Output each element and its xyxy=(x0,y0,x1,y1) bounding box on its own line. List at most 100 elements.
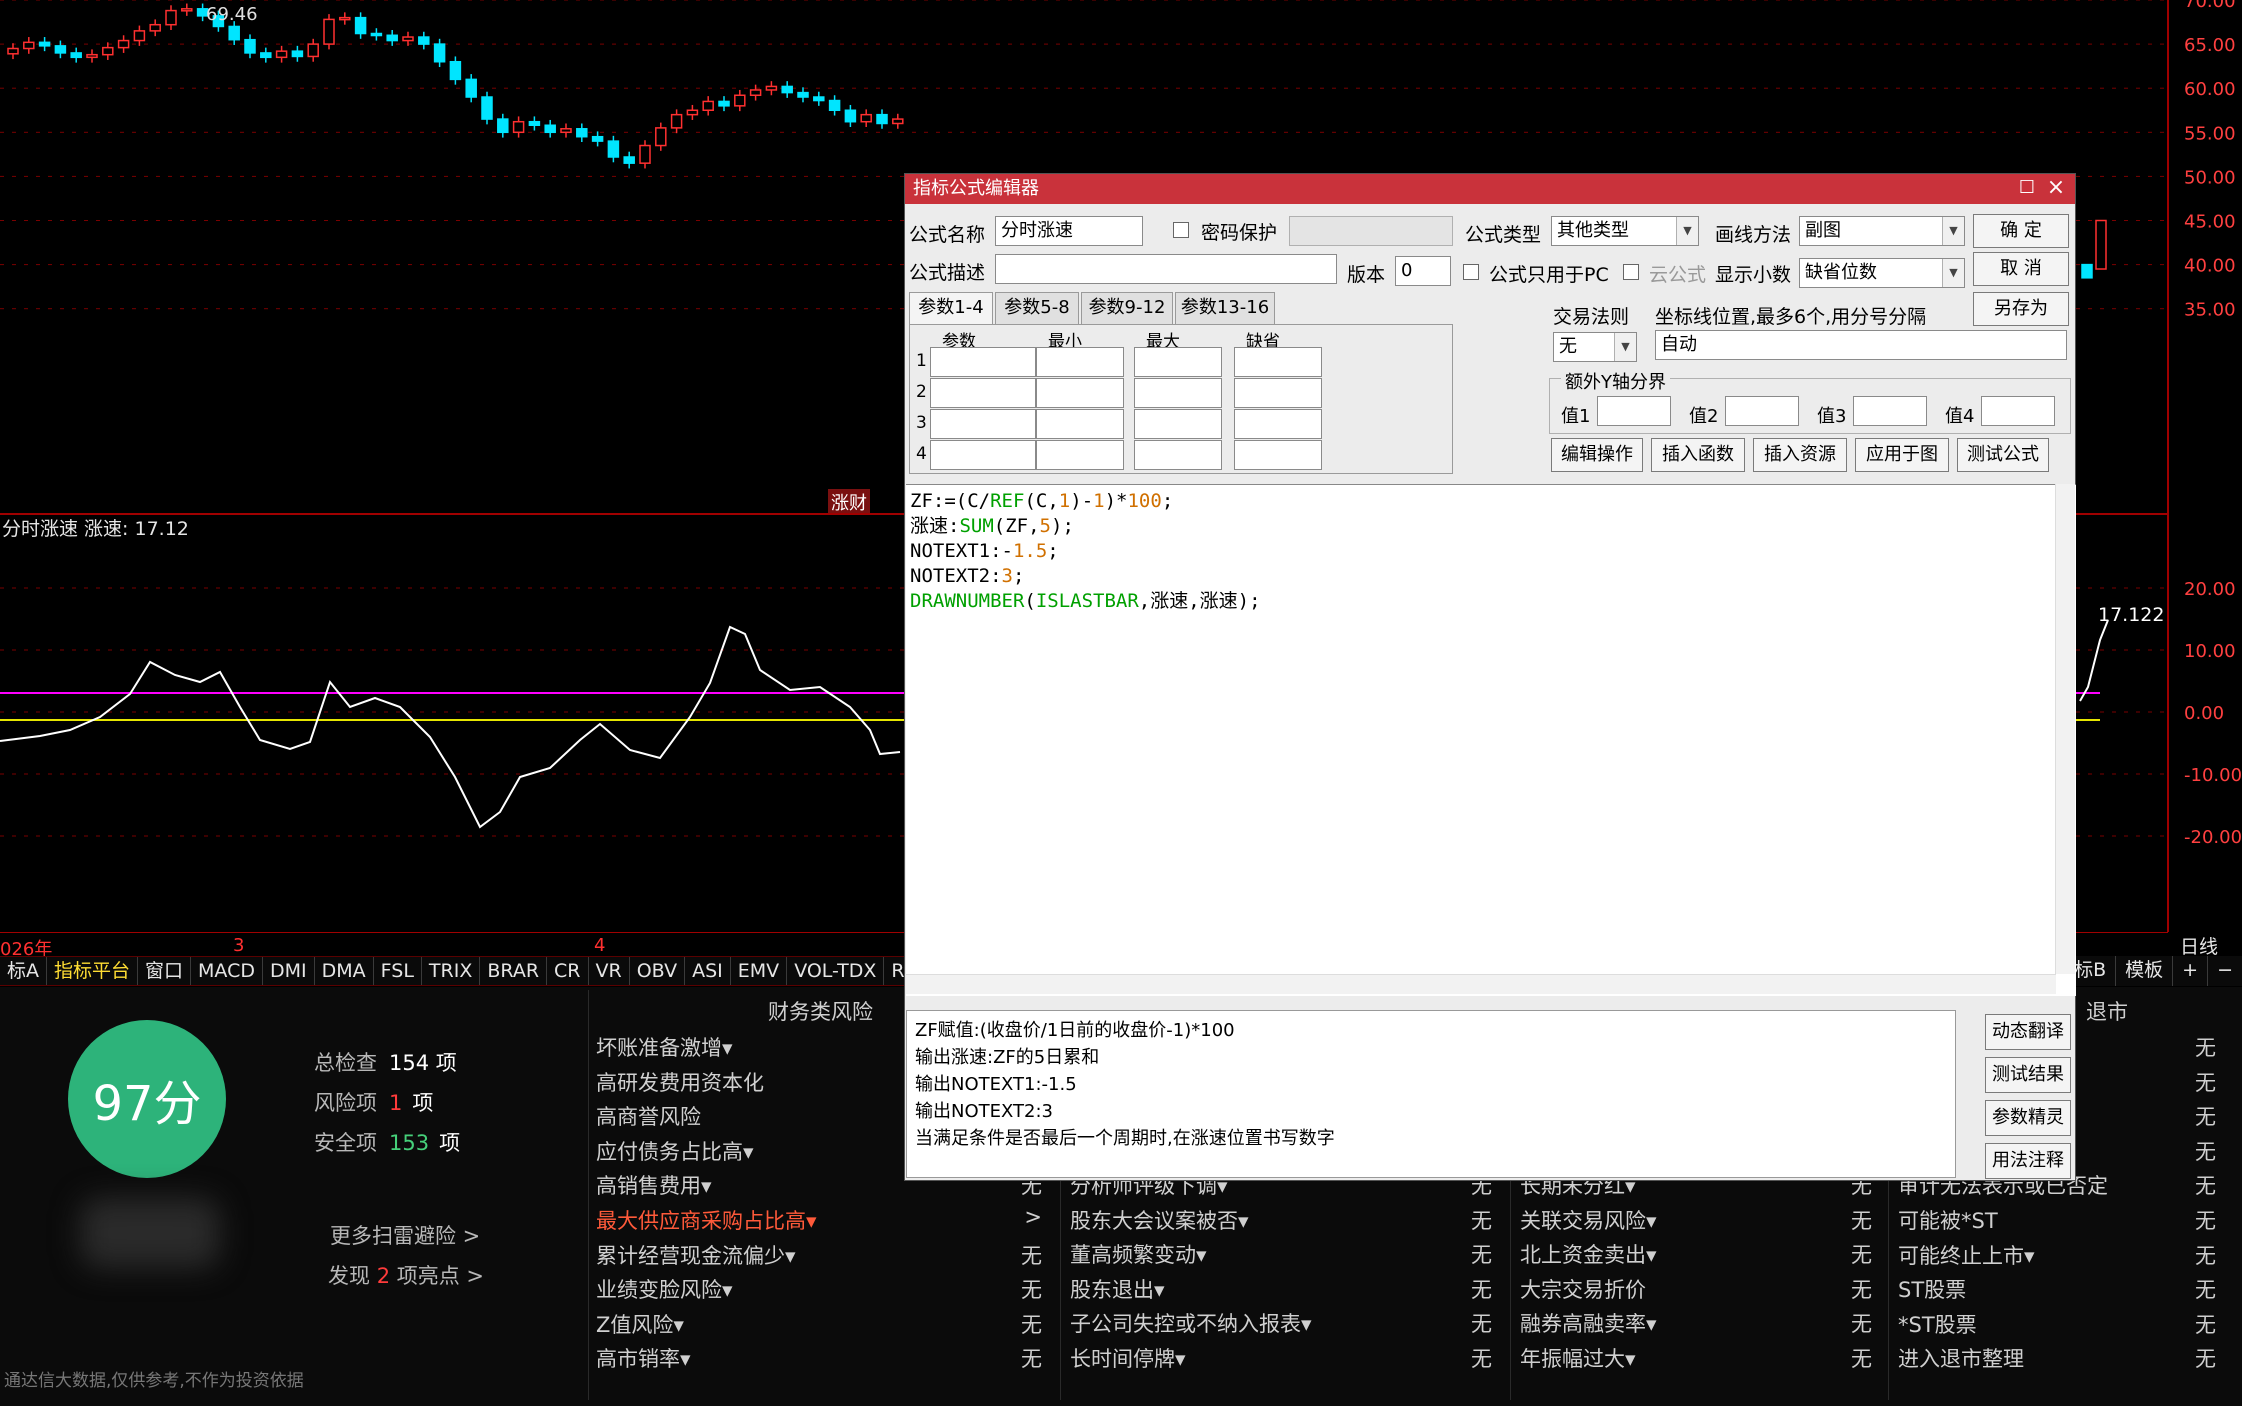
indicator-tab[interactable]: EMV xyxy=(731,957,788,985)
param-cell[interactable] xyxy=(1134,409,1222,439)
indicator-tab[interactable]: 窗口 xyxy=(138,957,192,985)
formula-name-input[interactable]: 分时涨速 xyxy=(995,216,1143,246)
code-line[interactable]: 涨速:SUM(ZF,5); xyxy=(910,514,2072,539)
risk-row[interactable]: 北上资金卖出▾ 无 xyxy=(1520,1239,1882,1274)
param-cell[interactable] xyxy=(930,347,1036,377)
yaxis-value-input[interactable] xyxy=(1853,396,1927,426)
ok-button[interactable]: 确 定 xyxy=(1973,214,2069,248)
tab-bar-right-item[interactable]: − xyxy=(2207,956,2242,986)
param-cell[interactable] xyxy=(1134,440,1222,470)
code-line[interactable]: NOTEXT1:-1.5; xyxy=(910,539,2072,564)
editor-action-button[interactable]: 测试公式 xyxy=(1957,438,2049,472)
indicator-tab[interactable]: FSL xyxy=(374,957,422,985)
dialog-title[interactable]: 指标公式编辑器 xyxy=(905,174,2075,204)
param-tab[interactable]: 参数5-8 xyxy=(995,292,1079,324)
param-cell[interactable] xyxy=(1134,378,1222,408)
risk-row[interactable]: 可能终止上市▾ 无 xyxy=(1898,1240,2216,1275)
indicator-tab[interactable]: ASI xyxy=(685,957,731,985)
risk-row[interactable]: 进入退市整理 无 xyxy=(1898,1343,2216,1378)
param-cell[interactable] xyxy=(1036,440,1124,470)
param-cell[interactable] xyxy=(1036,347,1124,377)
risk-row[interactable]: 董高频繁变动▾ 无 xyxy=(1070,1239,1502,1274)
risk-row[interactable]: 长时间停牌▾ 无 xyxy=(1070,1343,1502,1378)
indicator-tab[interactable]: BRAR xyxy=(480,957,548,985)
risk-row[interactable]: 最大供应商采购占比高▾ > xyxy=(596,1205,1056,1240)
param-cell[interactable] xyxy=(1036,409,1124,439)
explanation-side-button[interactable]: 测试结果 xyxy=(1985,1057,2071,1093)
period-label[interactable]: 日线 xyxy=(2180,932,2218,959)
indicator-tab[interactable]: TRIX xyxy=(422,957,481,985)
explanation-side-button[interactable]: 参数精灵 xyxy=(1985,1100,2071,1136)
editor-action-button[interactable]: 应用于图 xyxy=(1855,438,1949,472)
indicator-tab[interactable]: 标A xyxy=(0,957,47,985)
more-scan-link[interactable]: 更多扫雷避险 > xyxy=(330,1220,480,1250)
risk-row[interactable]: *ST股票 无 xyxy=(1898,1309,2216,1344)
explanation-side-button[interactable]: 用法注释 xyxy=(1985,1143,2071,1179)
indicator-tab[interactable]: DMA xyxy=(315,957,374,985)
param-cell[interactable] xyxy=(1234,409,1322,439)
indicator-tab[interactable]: DMI xyxy=(263,957,315,985)
tab-bar-right-item[interactable]: + xyxy=(2172,956,2207,986)
indicator-tab[interactable]: 指标平台 xyxy=(47,957,139,985)
param-tab[interactable]: 参数9-12 xyxy=(1081,292,1173,324)
yaxis-value-input[interactable] xyxy=(1597,396,1671,426)
indicator-tick-label: -10.00 xyxy=(2184,765,2242,786)
risk-row[interactable]: 关联交易风险▾ 无 xyxy=(1520,1205,1882,1240)
risk-row[interactable]: 累计经营现金流偏少▾ 无 xyxy=(596,1240,1056,1275)
formula-type-select[interactable]: 其他类型 ▼ xyxy=(1551,216,1699,246)
param-cell[interactable] xyxy=(930,378,1036,408)
pc-only-checkbox[interactable] xyxy=(1463,264,1479,280)
code-line[interactable]: DRAWNUMBER(ISLASTBAR,涨速,涨速); xyxy=(910,589,2072,614)
risk-row[interactable]: 高市销率▾ 无 xyxy=(596,1343,1056,1378)
indicator-tab[interactable]: VOL-TDX xyxy=(787,957,885,985)
indicator-tab[interactable]: CR xyxy=(547,957,589,985)
risk-row[interactable]: 可能被*ST 无 xyxy=(1898,1205,2216,1240)
coord-input[interactable]: 自动 xyxy=(1655,330,2067,360)
risk-row[interactable]: 大宗交易折价 无 xyxy=(1520,1274,1882,1309)
draw-method-select[interactable]: 副图 ▼ xyxy=(1799,216,1965,246)
cancel-button[interactable]: 取 消 xyxy=(1973,252,2069,286)
indicator-tab[interactable]: OBV xyxy=(630,957,686,985)
highlights-link[interactable]: 发现 2 项亮点 > xyxy=(328,1260,484,1290)
total-checks: 总检查 154 项 xyxy=(314,1047,457,1077)
save-as-button[interactable]: 另存为 xyxy=(1973,292,2069,326)
param-cell[interactable] xyxy=(1134,347,1222,377)
param-cell[interactable] xyxy=(1036,378,1124,408)
yaxis-value-input[interactable] xyxy=(1725,396,1799,426)
param-cell[interactable] xyxy=(1234,440,1322,470)
code-vertical-scrollbar[interactable] xyxy=(2055,484,2075,974)
trade-rule-select[interactable]: 无 ▼ xyxy=(1553,332,1637,362)
formula-desc-input[interactable] xyxy=(995,254,1337,284)
param-cell[interactable] xyxy=(1234,378,1322,408)
maximize-icon[interactable]: ☐ xyxy=(2017,178,2037,198)
risk-row[interactable]: 股东大会议案被否▾ 无 xyxy=(1070,1205,1502,1240)
risk-row[interactable]: Z值风险▾ 无 xyxy=(596,1309,1056,1344)
formula-code-editor[interactable]: ZF:=(C/REF(C,1)-1)*100; 涨速:SUM(ZF,5); NOTE… xyxy=(906,484,2076,996)
tab-bar-right-item[interactable]: 模板 xyxy=(2115,956,2172,986)
close-icon[interactable]: × xyxy=(2045,177,2067,200)
editor-action-button[interactable]: 编辑操作 xyxy=(1551,438,1643,472)
param-cell[interactable] xyxy=(930,409,1036,439)
risk-row[interactable]: ST股票 无 xyxy=(1898,1274,2216,1309)
code-line[interactable]: ZF:=(C/REF(C,1)-1)*100; xyxy=(910,489,2072,514)
code-horizontal-scrollbar[interactable] xyxy=(906,974,2056,994)
param-tab[interactable]: 参数13-16 xyxy=(1175,292,1275,324)
risk-row[interactable]: 融券高融卖率▾ 无 xyxy=(1520,1308,1882,1343)
yaxis-value-input[interactable] xyxy=(1981,396,2055,426)
version-input[interactable]: 0 xyxy=(1395,256,1451,286)
param-cell[interactable] xyxy=(1234,347,1322,377)
explanation-side-button[interactable]: 动态翻译 xyxy=(1985,1014,2071,1050)
indicator-tab[interactable]: VR xyxy=(589,957,630,985)
param-cell[interactable] xyxy=(930,440,1036,470)
risk-row[interactable]: 股东退出▾ 无 xyxy=(1070,1274,1502,1309)
risk-row[interactable]: 业绩变脸风险▾ 无 xyxy=(596,1274,1056,1309)
editor-action-button[interactable]: 插入函数 xyxy=(1651,438,1745,472)
editor-action-button[interactable]: 插入资源 xyxy=(1753,438,1847,472)
risk-row[interactable]: 年振幅过大▾ 无 xyxy=(1520,1343,1882,1378)
param-tab[interactable]: 参数1-4 xyxy=(909,292,993,324)
decimals-select[interactable]: 缺省位数 ▼ xyxy=(1799,258,1965,288)
code-line[interactable]: NOTEXT2:3; xyxy=(910,564,2072,589)
risk-row[interactable]: 子公司失控或不纳入报表▾ 无 xyxy=(1070,1308,1502,1343)
password-checkbox[interactable] xyxy=(1173,222,1189,238)
indicator-tab[interactable]: MACD xyxy=(191,957,263,985)
